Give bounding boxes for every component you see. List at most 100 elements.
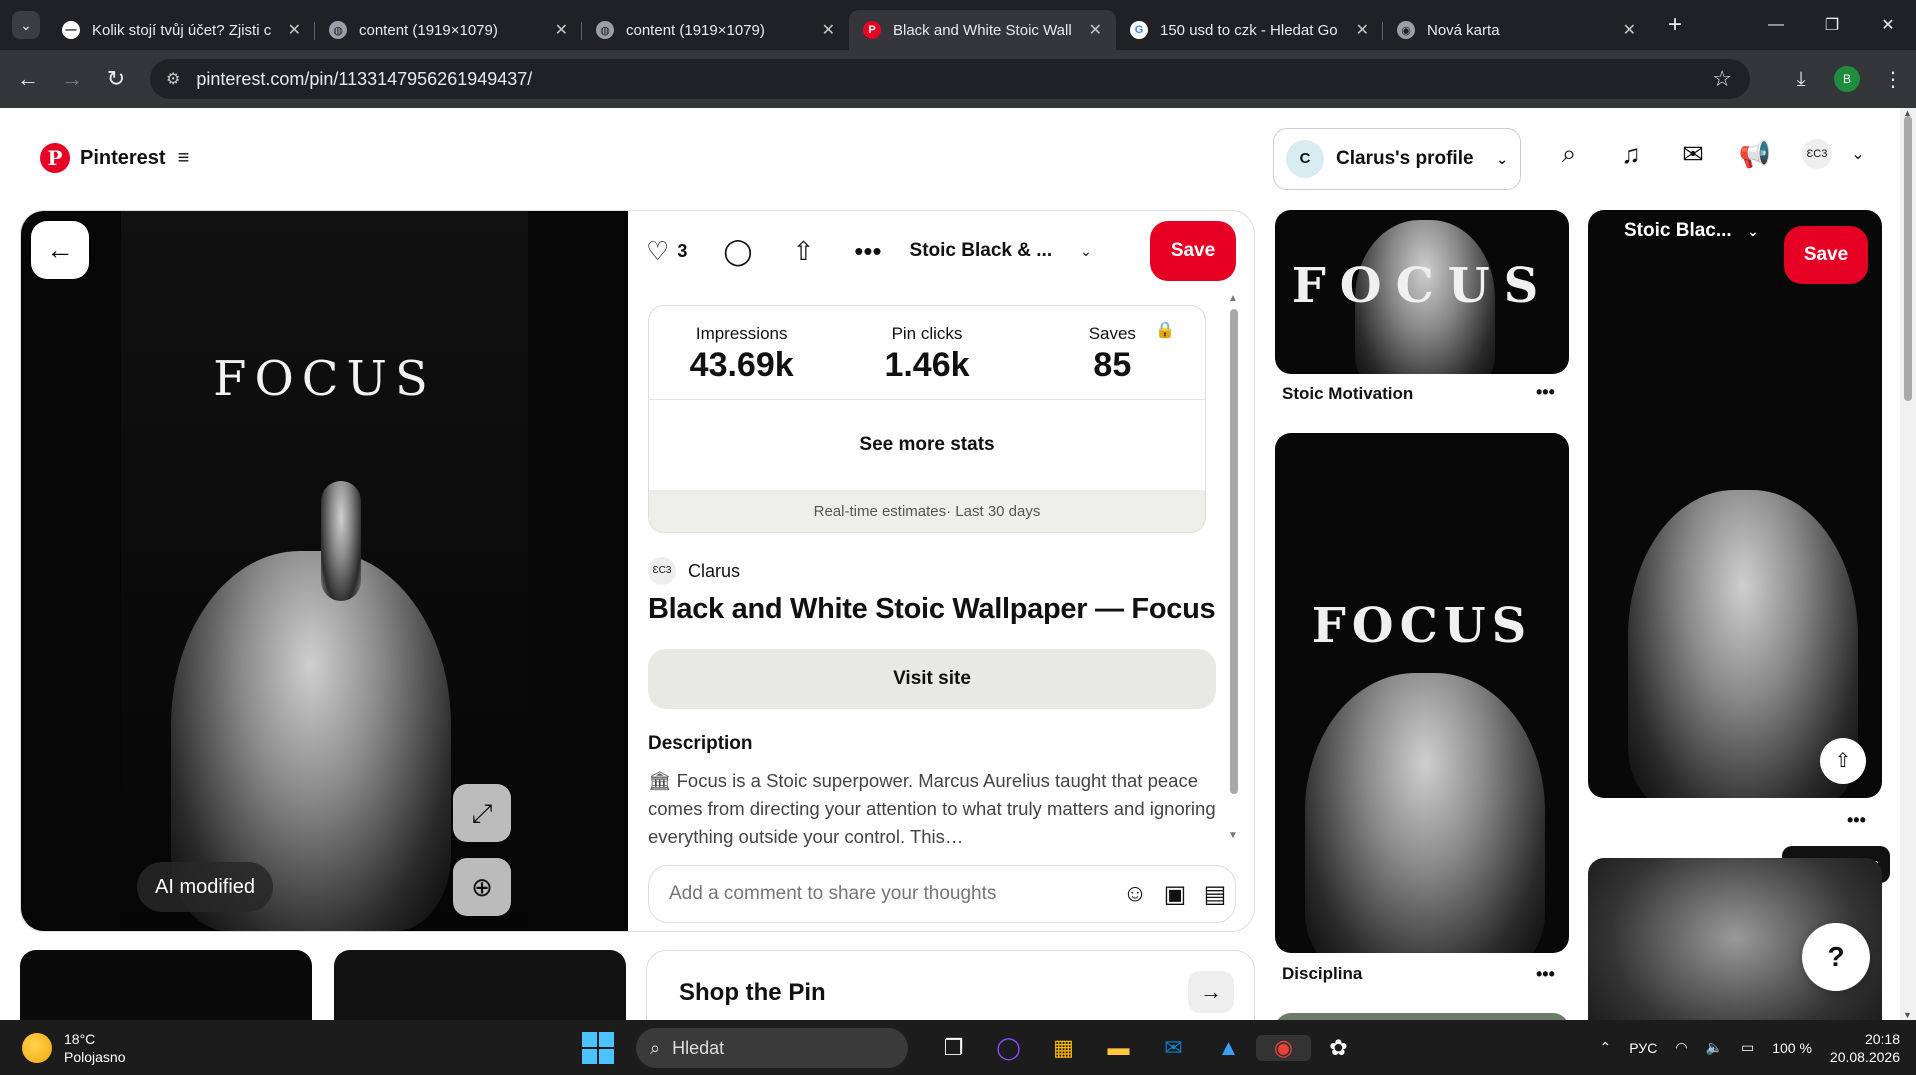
grid-pin-label[interactable]: Disciplina (1282, 964, 1362, 984)
browser-tab-active[interactable]: P Black and White Stoic Wall ✕ (849, 10, 1116, 50)
more-options-icon[interactable]: ••• (1536, 382, 1555, 403)
back-arrow-icon[interactable]: ← (6, 66, 50, 92)
clock[interactable]: 20:18 20.08.2026 (1830, 1030, 1900, 1066)
cortana-ring-icon[interactable]: ◯ (981, 1035, 1036, 1061)
scroll-up-icon[interactable]: ▲ (1228, 293, 1238, 304)
browser-tab[interactable]: ◍ content (1919×1079) ✕ (582, 10, 849, 50)
browser-tab[interactable]: ◍ content (1919×1079) ✕ (315, 10, 582, 50)
panel-scrollbar[interactable]: ▲ ▼ (1228, 293, 1238, 841)
back-arrow-button[interactable]: ← (31, 221, 89, 279)
volume-icon[interactable]: 🔈 (1706, 1039, 1723, 1056)
user-avatar[interactable]: ƐC3 (1802, 139, 1832, 169)
close-icon[interactable]: ✕ (1623, 20, 1636, 40)
forward-arrow-icon[interactable]: → (50, 66, 94, 92)
store-icon[interactable]: ▦ (1036, 1035, 1091, 1061)
weather-widget[interactable]: 18°C Polojasno (22, 1030, 126, 1066)
close-icon[interactable]: ✕ (1089, 20, 1102, 40)
chrome-icon[interactable]: ◉ (1256, 1035, 1311, 1061)
kebab-menu-icon[interactable]: ⋮ (1870, 67, 1916, 92)
grid-pin-label[interactable]: Stoic Motivation (1282, 384, 1413, 404)
expand-icon[interactable]: ⤢ (453, 784, 511, 842)
comment-icon[interactable]: ◯ (723, 236, 752, 267)
wifi-icon[interactable]: ◠ (1675, 1039, 1687, 1056)
more-options-icon[interactable]: ••• (1536, 964, 1555, 985)
sticker-icon[interactable]: ▣ (1155, 880, 1195, 909)
browser-profile-avatar[interactable]: B (1834, 66, 1860, 92)
minimize-icon[interactable]: — (1748, 16, 1804, 34)
image-upload-icon[interactable]: ▤ (1195, 880, 1235, 909)
related-pin-thumbnail[interactable] (334, 950, 626, 1020)
address-bar[interactable]: ⚙ pinterest.com/pin/1133147956261949437/… (150, 59, 1750, 99)
page-scrollbar[interactable]: ▲ ▼ (1900, 108, 1916, 1020)
battery-level: 100 % (1772, 1039, 1812, 1056)
grid-pin-image[interactable]: FOCUS (1275, 433, 1569, 953)
chatgpt-icon[interactable]: ✿ (1311, 1035, 1366, 1061)
grid-pin-image[interactable]: FOCUS (1275, 210, 1569, 374)
updates-megaphone-icon[interactable]: 📢 (1724, 139, 1786, 170)
pin-author[interactable]: ƐC3 Clarus (648, 557, 740, 585)
time: 20:18 (1864, 1030, 1900, 1047)
battery-icon[interactable]: ▭ (1741, 1039, 1754, 1056)
bookmark-star-icon[interactable]: ☆ (1712, 66, 1732, 92)
more-options-icon[interactable]: ••• (854, 236, 881, 267)
shop-the-pin[interactable]: Shop the Pin → (646, 950, 1255, 1020)
close-icon[interactable]: ✕ (555, 20, 568, 40)
outlook-icon[interactable]: ✉ (1146, 1035, 1201, 1061)
close-icon[interactable]: ✕ (288, 20, 301, 40)
emoji-icon[interactable]: ☺ (1115, 880, 1155, 909)
file-explorer-icon[interactable]: ▬ (1091, 1035, 1146, 1061)
save-button[interactable]: Save (1784, 226, 1868, 284)
scroll-down-icon[interactable]: ▼ (1228, 830, 1238, 841)
board-selector[interactable]: Stoic Blac... ⌄ (1624, 220, 1759, 242)
board-selector[interactable]: Stoic Black & ... (910, 240, 1053, 262)
heart-icon[interactable]: ♡ (646, 236, 669, 267)
profile-switcher-button[interactable]: C Clarus's profile ⌄ (1273, 128, 1521, 190)
see-more-stats-button[interactable]: See more stats (649, 400, 1205, 490)
language-indicator[interactable]: РУС (1629, 1040, 1657, 1056)
comment-input[interactable]: Add a comment to share your thoughts ☺ ▣… (648, 865, 1236, 923)
related-pin-thumbnail[interactable] (20, 950, 312, 1020)
help-button[interactable]: ? (1802, 923, 1870, 991)
grid-pin-image[interactable] (1275, 1013, 1569, 1020)
site-info-icon[interactable]: ⚙ (166, 69, 180, 89)
save-button[interactable]: Save (1150, 221, 1236, 281)
tab-search-chevron-icon[interactable]: ⌄ (12, 11, 40, 39)
profile-label: Clarus's profile (1336, 148, 1474, 169)
hamburger-menu-icon[interactable]: ≡ (178, 147, 190, 170)
taskbar-search[interactable]: ⌕ Hledat (636, 1028, 908, 1068)
share-icon[interactable]: ⇧ (1820, 738, 1866, 784)
download-icon[interactable]: ⤓ (1778, 68, 1824, 91)
window-close-icon[interactable]: ✕ (1860, 15, 1916, 35)
reload-icon[interactable]: ↻ (94, 66, 138, 92)
new-tab-icon[interactable]: + (1660, 11, 1690, 39)
ai-modified-badge[interactable]: AI modified (137, 862, 274, 912)
pin-image[interactable]: FOCUS ← ⤢ ⊕ AI modified (21, 211, 628, 931)
scroll-down-icon[interactable]: ▼ (1903, 1010, 1912, 1020)
close-icon[interactable]: ✕ (822, 20, 835, 40)
scrollbar-thumb[interactable] (1230, 309, 1238, 794)
tray-chevron-up-icon[interactable]: ⌃ (1600, 1039, 1612, 1056)
grid-pin-image[interactable] (1588, 210, 1882, 798)
chevron-down-icon: ⌄ (1746, 223, 1759, 239)
photos-icon[interactable]: ▲ (1201, 1035, 1256, 1061)
account-chevron-icon[interactable]: ⌄ (1848, 144, 1868, 164)
chevron-down-icon[interactable]: ⌄ (1080, 243, 1092, 260)
visit-site-button[interactable]: Visit site (648, 649, 1216, 709)
pin-image-text: FOCUS (213, 351, 436, 407)
search-icon[interactable]: ⌕ (1538, 138, 1600, 170)
arrow-right-icon[interactable]: → (1188, 971, 1234, 1013)
browser-tab[interactable]: — Kolik stojí tvůj účet? Zjisti c ✕ (48, 10, 315, 50)
share-icon[interactable]: ⇧ (792, 236, 814, 267)
task-view-icon[interactable]: ❐ (926, 1035, 981, 1061)
visual-search-icon[interactable]: ⊕ (453, 858, 511, 916)
scrollbar-thumb[interactable] (1904, 116, 1912, 401)
notifications-bell-icon[interactable]: ♫ (1600, 139, 1662, 170)
more-options-icon[interactable]: ••• (1847, 810, 1866, 831)
restore-icon[interactable]: ❐ (1804, 15, 1860, 35)
pinterest-logo[interactable]: P Pinterest ≡ (40, 143, 189, 173)
windows-start-icon[interactable] (582, 1032, 614, 1064)
browser-tab[interactable]: ◉ Nová karta ✕ (1383, 10, 1650, 50)
messages-icon[interactable]: ✉ (1662, 139, 1724, 170)
close-icon[interactable]: ✕ (1356, 20, 1369, 40)
browser-tab[interactable]: G 150 usd to czk - Hledat Go ✕ (1116, 10, 1383, 50)
